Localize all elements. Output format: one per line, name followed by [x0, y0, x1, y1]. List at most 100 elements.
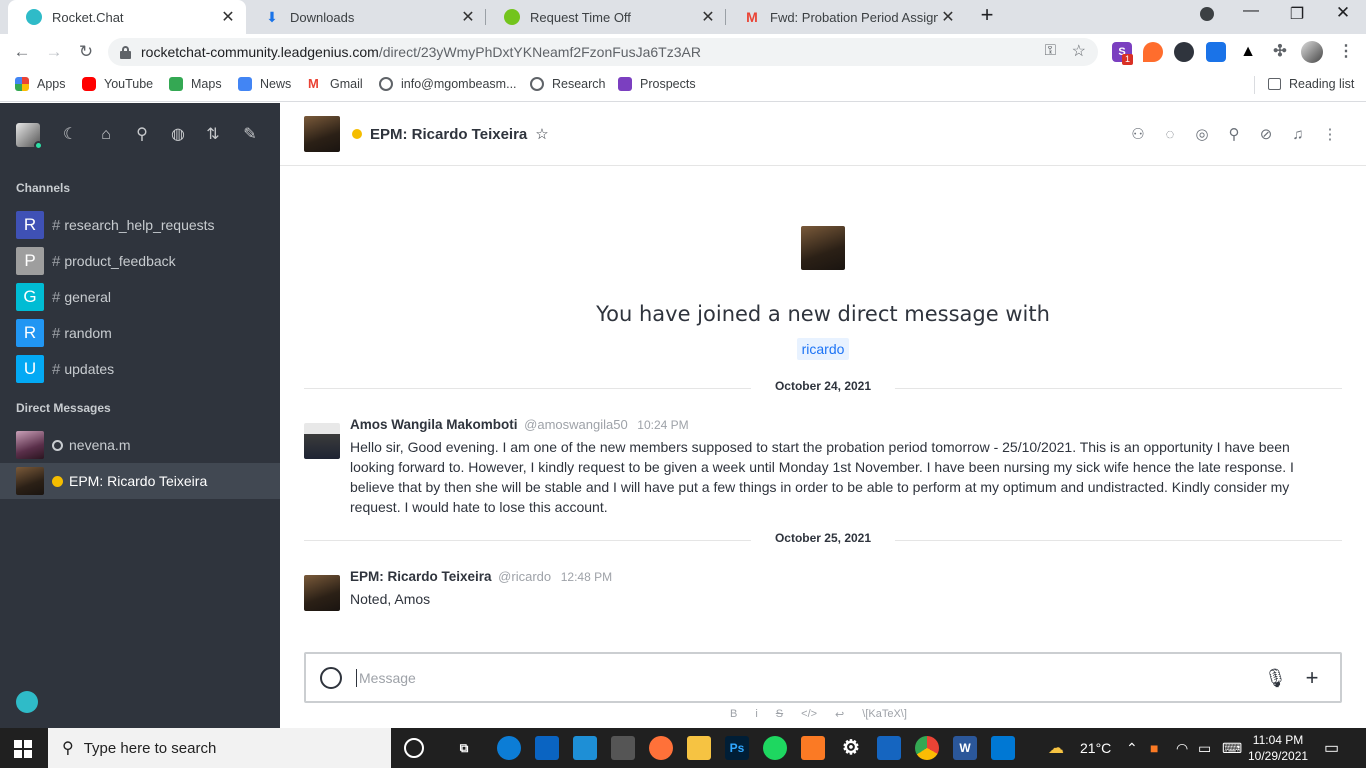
threads-icon[interactable]: ◌: [1160, 125, 1180, 145]
firefox-icon[interactable]: [649, 736, 673, 760]
reload-button[interactable]: ↻: [74, 40, 98, 64]
reading-list-button[interactable]: Reading list: [1268, 77, 1354, 91]
file-explorer-icon[interactable]: [687, 736, 711, 760]
sidebar-item-updates[interactable]: U # updates: [0, 351, 280, 387]
user-avatar[interactable]: [16, 123, 43, 150]
xampp-tray-icon[interactable]: ■: [1150, 740, 1158, 756]
forward-button[interactable]: →: [42, 40, 66, 64]
window-close-button[interactable]: ✕: [1328, 3, 1358, 23]
xampp-icon[interactable]: [801, 736, 825, 760]
taskbar-search[interactable]: ⚲ Type here to search: [48, 728, 391, 768]
restore-button[interactable]: ❐: [1282, 4, 1312, 24]
photos-icon[interactable]: [991, 736, 1015, 760]
kebab-menu-icon[interactable]: ⋮: [1320, 125, 1340, 145]
sidebar-item-product-feedback[interactable]: P # product_feedback: [0, 243, 280, 279]
puzzle-icon[interactable]: ✣: [1270, 42, 1290, 62]
favorite-star-icon[interactable]: ☆: [535, 125, 548, 143]
sort-icon[interactable]: ⇅: [203, 125, 223, 145]
close-icon[interactable]: ✕: [938, 7, 958, 27]
microphone-icon[interactable]: 🎙︎: [1264, 668, 1287, 688]
battery-icon[interactable]: ▭: [1198, 740, 1211, 757]
plus-icon[interactable]: +: [1302, 666, 1322, 688]
close-icon[interactable]: ✕: [218, 7, 238, 27]
menu-kebab-icon[interactable]: ⋮: [1336, 42, 1356, 62]
chrome-icon[interactable]: [915, 736, 939, 760]
close-icon[interactable]: ✕: [698, 7, 718, 27]
task-view-icon[interactable]: ⧉: [452, 736, 476, 760]
extension-translate-icon[interactable]: [1206, 42, 1226, 62]
extension-face-icon[interactable]: [1174, 42, 1194, 62]
emoji-icon[interactable]: [320, 666, 342, 689]
room-avatar[interactable]: [304, 116, 340, 152]
bookmark-gmail[interactable]: M Gmail: [308, 77, 363, 92]
store-icon[interactable]: [611, 736, 635, 760]
multiline-button[interactable]: ↩: [835, 708, 844, 721]
message-author[interactable]: EPM: Ricardo Teixeira: [350, 569, 492, 584]
bookmark-info[interactable]: info@mgombeasm...: [379, 77, 517, 91]
star-icon[interactable]: ☆: [1072, 41, 1086, 61]
bookmark-youtube[interactable]: YouTube: [82, 77, 153, 91]
vscode-icon[interactable]: [573, 736, 597, 760]
tab-gmail[interactable]: M Fwd: Probation Period Assignmen ✕: [726, 0, 966, 34]
windows-start-icon[interactable]: [14, 740, 32, 758]
weather-icon[interactable]: ☁: [1048, 738, 1064, 758]
sidebar-item-random[interactable]: R # random: [0, 315, 280, 351]
rocketchat-logo-icon[interactable]: [16, 691, 38, 713]
bookmark-prospects[interactable]: Prospects: [618, 77, 696, 91]
close-icon[interactable]: ✕: [458, 7, 478, 27]
system-clock[interactable]: 11:04 PM 10/29/2021: [1248, 732, 1308, 764]
sidebar-item-ricardo[interactable]: EPM: Ricardo Teixeira: [0, 463, 280, 499]
spotify-icon[interactable]: [763, 736, 787, 760]
tab-downloads[interactable]: ⬇ Downloads ✕: [246, 0, 486, 34]
message-author[interactable]: Amos Wangila Makomboti: [350, 417, 518, 432]
user-avatar[interactable]: [304, 423, 340, 459]
user-info-icon[interactable]: ⚇: [1128, 125, 1148, 145]
chevron-up-icon[interactable]: ⌃: [1126, 740, 1138, 757]
bold-button[interactable]: B: [730, 708, 737, 721]
back-button[interactable]: ←: [10, 40, 34, 64]
home-icon[interactable]: ⌂: [96, 125, 116, 145]
message-input[interactable]: [356, 668, 1264, 687]
notification-bell-icon[interactable]: ♫: [1288, 125, 1308, 145]
weather-temp[interactable]: 21°C: [1080, 740, 1111, 756]
keyboard-icon[interactable]: ⌨: [1222, 740, 1242, 757]
media-player-icon[interactable]: [877, 736, 901, 760]
extension-a-icon[interactable]: ▲: [1238, 42, 1258, 62]
intro-username-mention[interactable]: ricardo: [796, 338, 850, 360]
sidebar-item-general[interactable]: G # general: [0, 279, 280, 315]
moon-icon[interactable]: ☾: [60, 125, 80, 145]
new-tab-button[interactable]: +: [972, 2, 1002, 28]
bookmark-maps[interactable]: Maps: [169, 77, 222, 91]
strike-button[interactable]: S: [776, 708, 783, 721]
wifi-icon[interactable]: ◠: [1176, 740, 1188, 757]
word-icon[interactable]: W: [953, 736, 977, 760]
profile-avatar[interactable]: [1301, 41, 1323, 63]
tab-rocketchat[interactable]: Rocket.Chat ✕: [8, 0, 246, 34]
discussions-icon[interactable]: ◎: [1192, 125, 1212, 145]
code-button[interactable]: </>: [801, 708, 817, 721]
edge-icon[interactable]: [497, 736, 521, 760]
photoshop-icon[interactable]: Ps: [725, 736, 749, 760]
sidebar-item-research-help-requests[interactable]: R # research_help_requests: [0, 207, 280, 243]
bookmark-research[interactable]: Research: [530, 77, 606, 91]
settings-gear-icon[interactable]: ⚙: [839, 736, 863, 760]
create-new-icon[interactable]: ✎: [240, 125, 260, 145]
tab-request-time-off[interactable]: Request Time Off ✕: [486, 0, 726, 34]
bookmark-news[interactable]: News: [238, 77, 291, 91]
mail-icon[interactable]: [535, 736, 559, 760]
sidebar-item-nevena[interactable]: nevena.m: [0, 427, 280, 463]
address-bar[interactable]: rocketchat-community.leadgenius.com/dire…: [108, 38, 1098, 66]
key-icon[interactable]: ⚿: [1045, 42, 1056, 59]
katex-button[interactable]: \[KaTeX\]: [862, 708, 907, 721]
search-icon[interactable]: ⚲: [132, 125, 152, 145]
cortana-icon[interactable]: [404, 738, 424, 758]
extension-hubspot-icon[interactable]: [1143, 42, 1163, 62]
tab-search-icon[interactable]: [1192, 7, 1222, 26]
search-icon[interactable]: ⚲: [1224, 125, 1244, 145]
user-avatar[interactable]: [304, 575, 340, 611]
italic-button[interactable]: i: [755, 708, 757, 721]
directory-globe-icon[interactable]: ◍: [168, 125, 188, 145]
minimize-button[interactable]: —: [1236, 2, 1266, 20]
attachment-icon[interactable]: ⊘: [1256, 125, 1276, 145]
notifications-icon[interactable]: ▭: [1324, 738, 1339, 758]
